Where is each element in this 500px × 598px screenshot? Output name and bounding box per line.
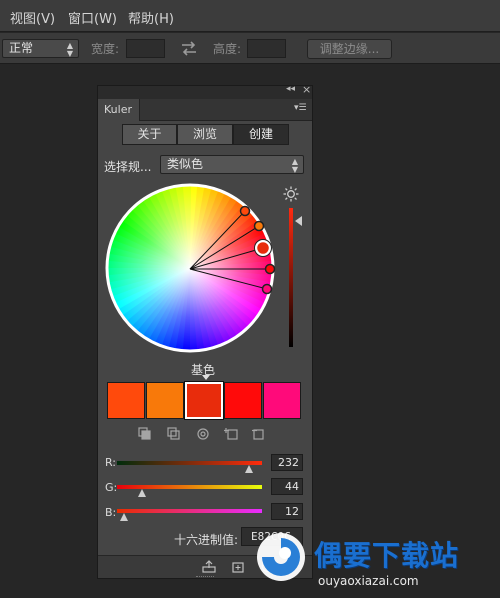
add-base-icon[interactable] [224, 428, 238, 440]
brightness-slider[interactable] [289, 208, 293, 347]
slider-r-track[interactable] [117, 461, 262, 465]
color-handle-2[interactable] [253, 220, 265, 232]
color-handle-4[interactable] [264, 263, 276, 275]
chevron-updown-icon: ▲ ▼ [66, 41, 73, 58]
slider-r-value[interactable]: 232 [271, 454, 303, 471]
tab-kuler[interactable]: Kuler [98, 99, 140, 121]
swatch-5[interactable] [263, 382, 301, 419]
slider-b-thumb[interactable] [120, 513, 129, 521]
height-label: 高度: [213, 42, 242, 56]
color-handle-1[interactable] [239, 205, 251, 217]
swatch-4[interactable] [224, 382, 262, 419]
swatch-2[interactable] [146, 382, 184, 419]
swatch-1[interactable] [107, 382, 145, 419]
panel-tab-row: Kuler ▾☰ [98, 99, 312, 121]
watermark: 偶要下载站 ouyaoxiazai.com [248, 526, 500, 598]
swatch-tools [138, 427, 264, 440]
refine-edge-button[interactable]: 调整边缘... [307, 39, 392, 59]
rule-select-value: 类似色 [167, 157, 204, 171]
menu-help[interactable]: 帮助(H) [128, 8, 174, 27]
mode-select[interactable]: 正常 ▲ ▼ [2, 39, 79, 58]
width-label: 宽度: [91, 42, 120, 56]
segment-create[interactable]: 创建 [233, 124, 289, 145]
slider-g-thumb[interactable] [137, 489, 146, 497]
options-bar: 正常 ▲ ▼ 宽度: 高度: 调整边缘... [0, 33, 500, 64]
color-wheel[interactable] [104, 182, 276, 354]
swatch-3-selected[interactable] [184, 381, 224, 420]
remove-base-icon[interactable] [252, 429, 264, 440]
add-to-swatches-icon[interactable] [138, 427, 151, 440]
upload-icon[interactable] [202, 560, 216, 573]
brightness-thumb[interactable] [295, 216, 302, 226]
width-field[interactable] [126, 39, 165, 58]
segment-browse[interactable]: 浏览 [177, 124, 233, 145]
rule-label: 选择规... [104, 160, 152, 174]
panel-menu-icon[interactable]: ▾☰ [294, 103, 307, 113]
segment-about[interactable]: 关于 [122, 124, 177, 145]
slider-r-label: R: [105, 456, 117, 469]
chevron-updown-icon: ▲ ▼ [291, 157, 298, 174]
collapse-icon[interactable]: ◂◂ [286, 84, 295, 94]
menu-window[interactable]: 窗口(W) [68, 8, 117, 27]
height-field[interactable] [247, 39, 286, 58]
slider-g-label: G: [105, 481, 118, 494]
color-handle-base[interactable] [254, 239, 272, 257]
slider-g-value[interactable]: 44 [271, 478, 303, 495]
brightness-icon [283, 186, 299, 202]
watermark-logo [257, 533, 305, 581]
close-icon[interactable]: × [302, 83, 311, 96]
watermark-brand: 偶要下载站 [314, 539, 460, 572]
menu-view[interactable]: 视图(V) [10, 8, 55, 27]
swap-icon[interactable] [180, 41, 198, 56]
slider-r-thumb[interactable] [244, 465, 253, 473]
hex-label: 十六进制值: [174, 533, 239, 547]
slider-b-value[interactable]: 12 [271, 503, 303, 520]
color-handle-5[interactable] [261, 283, 273, 295]
kuler-panel: ◂◂ × Kuler ▾☰ 关于 浏览 创建 选择规... 类似色 ▲ ▼ 基色… [97, 83, 313, 579]
watermark-url: ouyaoxiazai.com [318, 574, 419, 588]
add-to-swatches-footer-icon[interactable] [231, 560, 245, 573]
slider-b-label: B: [105, 506, 117, 519]
rule-select[interactable]: 类似色 ▲ ▼ [160, 155, 304, 174]
copy-swatch-icon[interactable] [167, 427, 180, 440]
resize-grip[interactable] [196, 576, 214, 578]
base-color-marker-icon [202, 375, 210, 380]
slider-b-track[interactable] [117, 509, 262, 513]
menu-bar: 视图(V) 窗口(W) 帮助(H) [0, 0, 500, 32]
mode-select-value: 正常 [9, 41, 34, 55]
panel-header: ◂◂ × [98, 83, 312, 99]
target-icon[interactable] [197, 428, 209, 440]
